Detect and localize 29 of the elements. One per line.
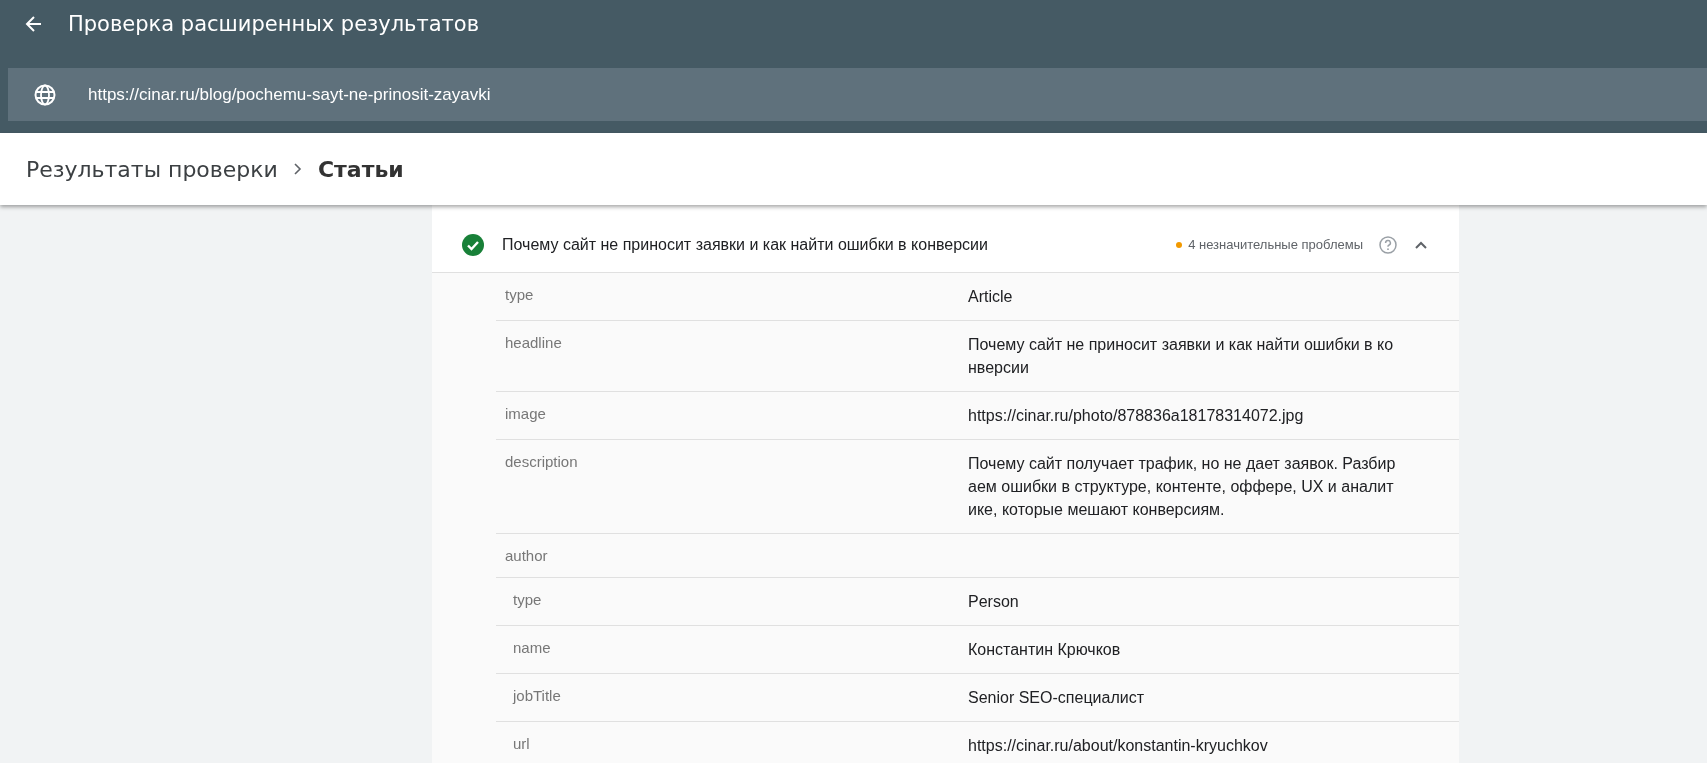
globe-icon: [34, 83, 56, 106]
property-name: url: [512, 734, 531, 754]
issues-count: 4 незначительные проблемы: [1188, 237, 1363, 252]
back-button[interactable]: [24, 14, 44, 34]
breadcrumb-current: Статьи: [317, 156, 404, 182]
property-value: Почему сайт не приносит заявки и как найти ошибки в конверсии: [968, 335, 1395, 378]
item-title: Почему сайт не приносит заявки и как найти ошибки в конверсии: [502, 235, 989, 254]
property-name: headline: [504, 333, 563, 353]
property-name: name: [512, 638, 552, 658]
property-value: Person: [968, 592, 1020, 612]
breadcrumb-link[interactable]: Результаты проверки: [26, 156, 278, 182]
property-value: https://cinar.ru/photo/878836a18178314072.jpg: [968, 406, 1305, 426]
warning-dot: [1176, 241, 1183, 248]
property-value: Article: [968, 287, 1014, 307]
property-name: jobTitle: [511, 686, 562, 706]
url-text: https://cinar.ru/blog/pochemu-sayt-ne-prinosit-zayavki: [88, 84, 491, 105]
property-name: type: [504, 285, 535, 305]
property-value: Senior SEO-специалист: [968, 688, 1145, 708]
property-name: author: [504, 546, 549, 566]
property-name: type: [512, 590, 543, 610]
page-title: Проверка расширенных результатов: [68, 12, 480, 36]
property-value: Константин Крючков: [968, 640, 1122, 660]
property-value: https://cinar.ru/about/konstantin-kryuchkov: [968, 736, 1269, 756]
property-name: image: [504, 404, 547, 424]
property-name: description: [504, 452, 579, 472]
back-arrow-icon: [24, 14, 44, 34]
chevron-right-icon: [291, 162, 304, 176]
help-icon[interactable]: [1379, 235, 1397, 254]
property-value: Почему сайт получает трафик, но не дает заявок. Разбираем ошибки в структуре, контенте, оффере, UX и аналитике, которые мешают конверсиям.: [968, 454, 1397, 520]
